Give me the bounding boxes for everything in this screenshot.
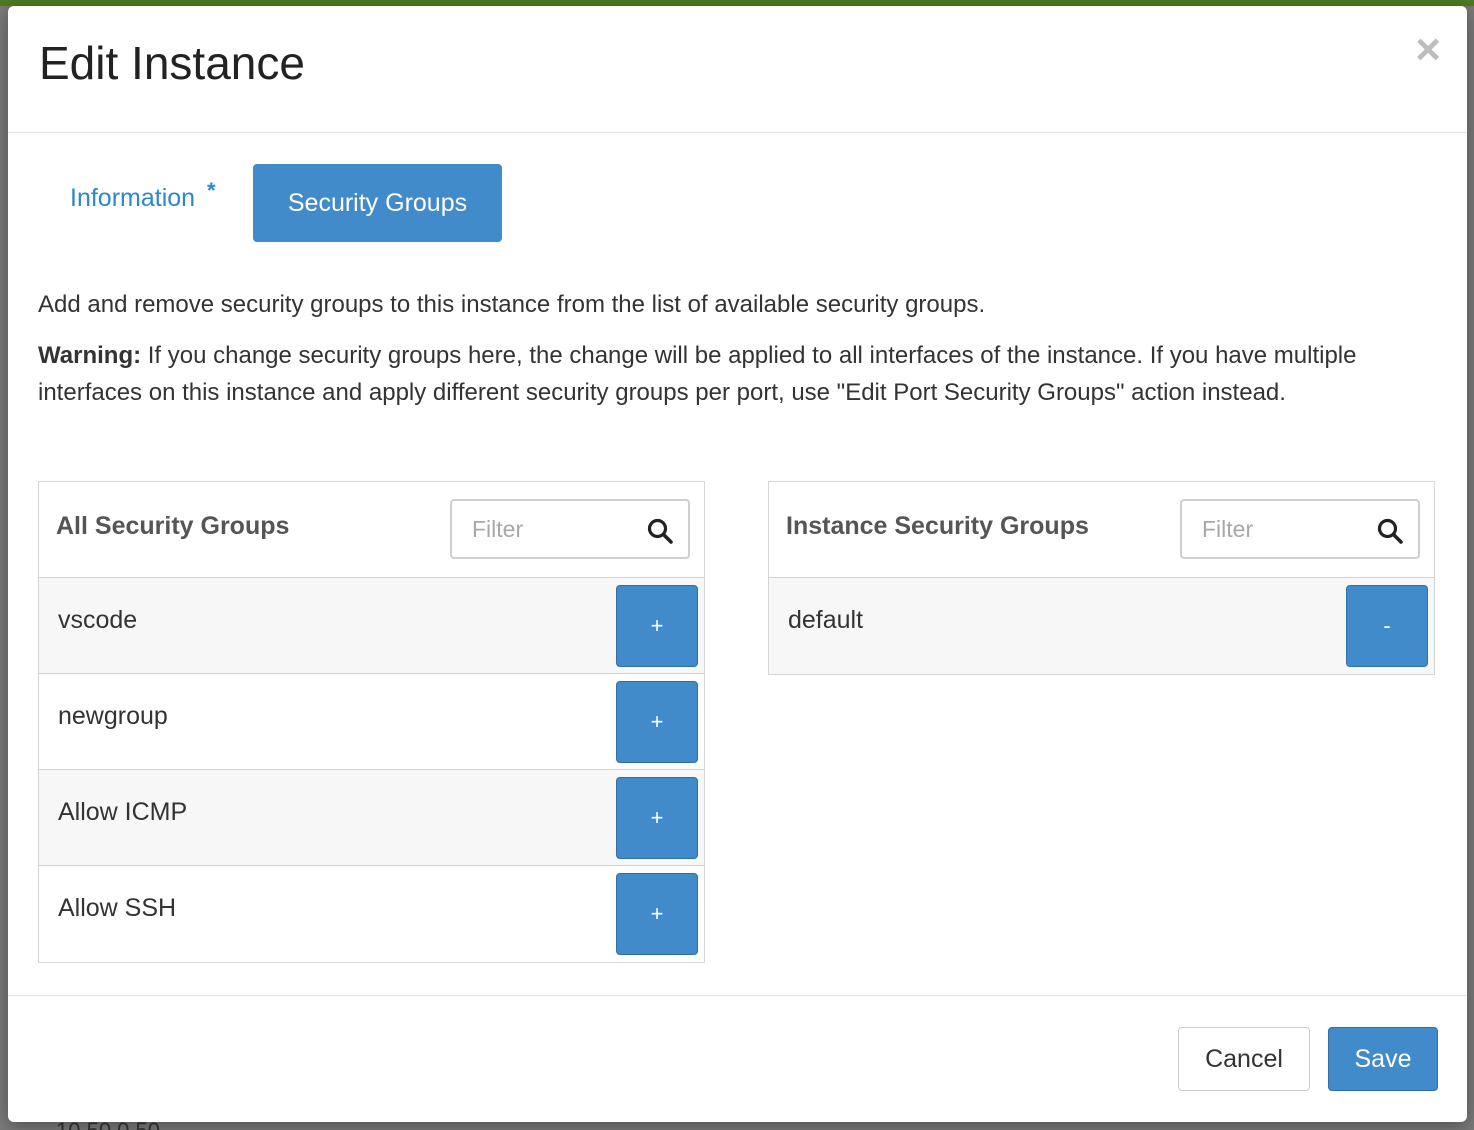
list-item: default -	[769, 578, 1434, 674]
security-group-name: Allow SSH	[58, 894, 177, 922]
all-security-groups-panel: All Security Groups vscode + newgroup + …	[38, 481, 705, 963]
list-item: vscode +	[39, 578, 704, 674]
panel-title: Instance Security Groups	[786, 512, 1089, 540]
tab-security-groups[interactable]: Security Groups	[253, 164, 502, 242]
filter-input[interactable]	[1182, 501, 1382, 557]
required-asterisk: *	[207, 178, 216, 203]
add-group-button[interactable]: +	[616, 681, 698, 763]
security-group-name: newgroup	[58, 702, 168, 730]
filter-input[interactable]	[452, 501, 652, 557]
save-button[interactable]: Save	[1328, 1027, 1438, 1091]
add-group-button[interactable]: +	[616, 873, 698, 955]
filter-box	[450, 499, 690, 559]
tab-information[interactable]: Information *	[70, 178, 216, 213]
cancel-button[interactable]: Cancel	[1178, 1027, 1310, 1091]
modal-header: Edit Instance ×	[8, 6, 1467, 133]
modal-title: Edit Instance	[39, 37, 305, 89]
remove-group-button[interactable]: -	[1346, 585, 1428, 667]
panel-header: All Security Groups	[39, 482, 704, 578]
add-group-button[interactable]: +	[616, 585, 698, 667]
list-item: newgroup +	[39, 674, 704, 770]
filter-box	[1180, 499, 1420, 559]
warning-label: Warning:	[38, 342, 142, 369]
panel-header: Instance Security Groups	[769, 482, 1434, 578]
panel-title: All Security Groups	[56, 512, 290, 540]
warning-body: If you change security groups here, the …	[38, 342, 1357, 406]
search-icon[interactable]	[646, 517, 674, 545]
description-text: Add and remove security groups to this i…	[38, 291, 986, 318]
security-group-name: Allow ICMP	[58, 798, 188, 826]
search-icon[interactable]	[1376, 517, 1404, 545]
security-group-name: vscode	[58, 606, 138, 634]
list-item: Allow ICMP +	[39, 770, 704, 866]
security-group-name: default	[788, 606, 864, 634]
edit-instance-modal: Edit Instance × Information * Security G…	[8, 6, 1467, 1122]
tab-information-label: Information	[70, 184, 196, 212]
warning-text: Warning: If you change security groups h…	[38, 337, 1418, 411]
list-item: Allow SSH +	[39, 866, 704, 962]
add-group-button[interactable]: +	[616, 777, 698, 859]
modal-footer: Cancel Save	[8, 995, 1467, 1122]
instance-security-groups-panel: Instance Security Groups default -	[768, 481, 1435, 675]
close-icon[interactable]: ×	[1415, 28, 1441, 72]
